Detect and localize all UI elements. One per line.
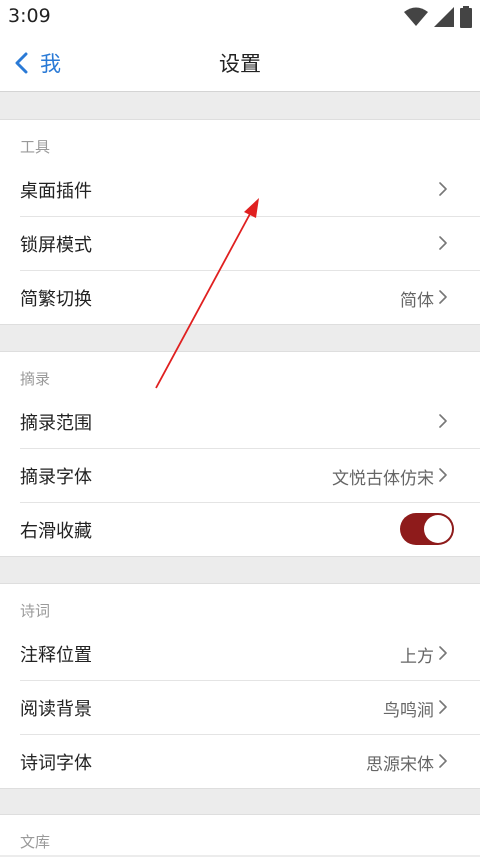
row-script-switch[interactable]: 简繁切换 简体 (0, 270, 480, 324)
section-header-label: 摘录 (20, 370, 51, 388)
row-title: 右滑收藏 (20, 521, 92, 542)
row-swipe-favorite: 右滑收藏 (0, 502, 480, 556)
section-header: 工具 (0, 120, 480, 162)
section-header-label: 诗词 (20, 602, 51, 620)
chevron-right-icon (439, 182, 447, 196)
row-value: 鸟鸣涧 (383, 701, 434, 721)
page-title: 设置 (219, 52, 261, 76)
section-header: 文库 (0, 815, 480, 857)
chevron-right-icon (439, 236, 447, 250)
row-desktop-widget[interactable]: 桌面插件 (0, 162, 480, 216)
wifi-icon (404, 7, 428, 26)
toggle-knob (424, 515, 452, 543)
row-value: 文悦古体仿宋 (332, 469, 434, 489)
section-tools: 工具 桌面插件 锁屏模式 简繁切换 简体 (0, 119, 480, 325)
row-reading-background[interactable]: 阅读背景 鸟鸣涧 (0, 680, 480, 734)
row-title: 注释位置 (20, 645, 92, 666)
section-header-label: 文库 (20, 833, 51, 851)
section-excerpt: 摘录 摘录范围 摘录字体 文悦古体仿宋 右滑收藏 (0, 351, 480, 557)
chevron-right-icon (439, 754, 447, 768)
row-title: 锁屏模式 (20, 235, 92, 256)
row-value: 简体 (400, 291, 434, 311)
row-title: 简繁切换 (20, 289, 92, 310)
row-excerpt-range[interactable]: 摘录范围 (0, 394, 480, 448)
section-header: 摘录 (0, 352, 480, 394)
row-annotation-position[interactable]: 注释位置 上方 (0, 626, 480, 680)
status-time: 3:09 (8, 5, 51, 27)
row-title: 摘录字体 (20, 467, 92, 488)
signal-icon (434, 7, 454, 27)
section-poetry: 诗词 注释位置 上方 阅读背景 鸟鸣涧 诗词字体 思源宋体 (0, 583, 480, 789)
nav-bar: 我 设置 (0, 34, 480, 92)
row-title: 诗词字体 (20, 753, 92, 774)
chevron-right-icon (439, 700, 447, 714)
chevron-right-icon (439, 646, 447, 660)
row-title: 摘录范围 (20, 413, 92, 434)
section-library: 文库 (0, 814, 480, 855)
row-excerpt-font[interactable]: 摘录字体 文悦古体仿宋 (0, 448, 480, 502)
row-lockscreen-mode[interactable]: 锁屏模式 (0, 216, 480, 270)
status-icons (404, 6, 472, 28)
chevron-right-icon (439, 468, 447, 482)
chevron-right-icon (439, 414, 447, 428)
row-value: 上方 (400, 647, 434, 667)
status-bar: 3:09 (0, 0, 480, 34)
battery-icon (460, 6, 472, 28)
row-value: 思源宋体 (366, 755, 434, 775)
swipe-favorite-toggle[interactable] (400, 513, 454, 545)
section-header-label: 工具 (20, 138, 51, 156)
row-title: 桌面插件 (20, 181, 92, 202)
section-header: 诗词 (0, 584, 480, 626)
row-title: 阅读背景 (20, 699, 92, 720)
chevron-right-icon (439, 290, 447, 304)
row-poetry-font[interactable]: 诗词字体 思源宋体 (0, 734, 480, 788)
